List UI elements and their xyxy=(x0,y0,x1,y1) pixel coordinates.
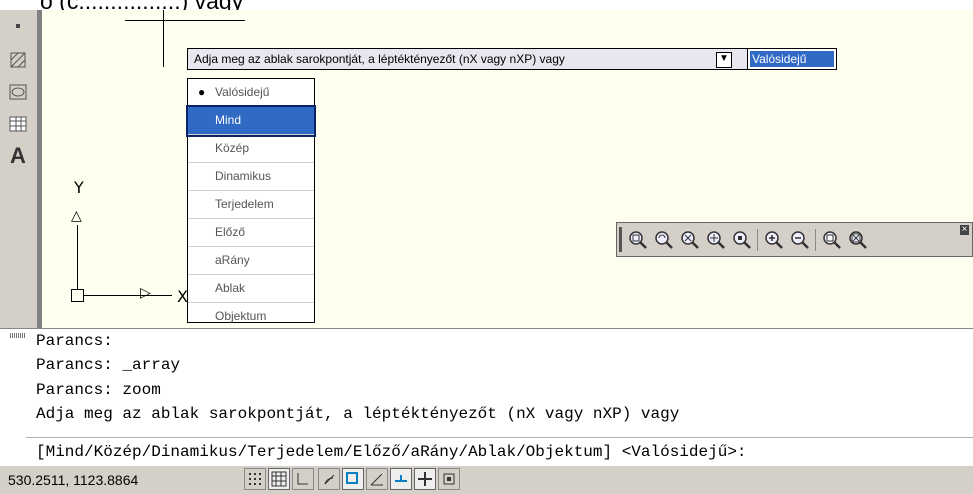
command-history-line: Parancs: xyxy=(36,332,113,350)
dropdown-item-mind[interactable]: Mind xyxy=(186,105,316,137)
options-dropdown: ● Valósidejű Mind Közép Dinamikus Terjede… xyxy=(186,78,316,323)
zoom-extents-icon[interactable] xyxy=(847,229,869,251)
dropdown-item-kozep[interactable]: Közép xyxy=(188,135,314,163)
status-bar: 530.2511, 1123.8864 xyxy=(0,465,973,494)
coordinate-readout[interactable]: 530.2511, 1123.8864 xyxy=(8,472,138,488)
grid-icon[interactable] xyxy=(268,468,290,490)
toolbar-separator xyxy=(757,229,758,251)
dropdown-item-arany[interactable]: aRány xyxy=(188,247,314,275)
drawing-area[interactable]: △ ▷ Y X Adja meg az ablak sarokpontját, … xyxy=(42,10,973,328)
zoom-toolbar: × xyxy=(616,222,973,257)
zoom-all-icon[interactable] xyxy=(821,229,843,251)
otrack-icon[interactable] xyxy=(366,468,388,490)
command-input[interactable]: [Mind/Közép/Dinamikus/Terjedelem/Előző/a… xyxy=(26,437,973,464)
dynamic-input-value-text: Valósidejű xyxy=(750,51,834,67)
dropdown-item-elozo[interactable]: Előző xyxy=(188,219,314,247)
hatch-icon[interactable] xyxy=(6,48,30,72)
ducs-icon[interactable] xyxy=(390,468,412,490)
polar-icon[interactable] xyxy=(318,468,340,490)
zoom-out-icon[interactable] xyxy=(789,229,811,251)
dropdown-arrow-icon[interactable]: ▼ xyxy=(716,52,732,68)
osnap-icon[interactable] xyxy=(342,468,364,490)
crosshair-vertical xyxy=(163,10,164,67)
dropdown-item-terjedelem[interactable]: Terjedelem xyxy=(188,191,314,219)
table-icon[interactable] xyxy=(6,112,30,136)
dynamic-input-value[interactable]: Valósidejű xyxy=(747,48,837,70)
zoom-dynamic-icon[interactable] xyxy=(653,229,675,251)
ucs-y-axis xyxy=(77,225,78,295)
zoom-object-icon[interactable] xyxy=(731,229,753,251)
region-icon[interactable] xyxy=(6,80,30,104)
ortho-icon[interactable] xyxy=(292,468,314,490)
ucs-arrow-up-icon: △ xyxy=(71,208,82,224)
dynamic-input-prompt: Adja meg az ablak sarokpontját, a lépték… xyxy=(187,48,783,70)
draw-toolbar: A xyxy=(0,10,42,328)
snap-icon[interactable] xyxy=(244,468,266,490)
command-history-line: Adja meg az ablak sarokpontját, a lépték… xyxy=(36,405,680,423)
command-window: Parancs: Parancs: _array Parancs: zoom A… xyxy=(0,328,973,466)
command-window-grip[interactable] xyxy=(10,333,26,338)
command-history-line: Parancs: _array xyxy=(36,356,181,374)
dyn-icon[interactable] xyxy=(414,468,436,490)
toolbar-grip[interactable] xyxy=(619,227,622,252)
dropdown-item-ablak[interactable]: Ablak xyxy=(188,275,314,303)
dropdown-item-objektum[interactable]: Objektum xyxy=(188,303,314,328)
ucs-arrow-right-icon: ▷ xyxy=(140,285,151,301)
command-history-line: Parancs: zoom xyxy=(36,381,161,399)
zoom-scale-icon[interactable] xyxy=(679,229,701,251)
bullet-icon: ● xyxy=(198,85,206,99)
cut-off-text: ó (c................) vagy xyxy=(40,0,243,10)
close-icon[interactable]: × xyxy=(960,225,969,235)
ucs-x-axis xyxy=(77,295,172,296)
dropdown-item-dinamikus[interactable]: Dinamikus xyxy=(188,163,314,191)
ucs-origin-box xyxy=(71,289,84,302)
top-strip: ó (c................) vagy xyxy=(0,0,973,10)
text-icon[interactable]: A xyxy=(6,143,30,168)
zoom-window-icon[interactable] xyxy=(627,229,649,251)
dropdown-item-valosideju[interactable]: ● Valósidejű xyxy=(188,79,314,107)
zoom-in-icon[interactable] xyxy=(763,229,785,251)
toolbar-separator xyxy=(815,229,816,251)
command-prompt: [Mind/Közép/Dinamikus/Terjedelem/Előző/a… xyxy=(36,443,747,461)
point-icon[interactable] xyxy=(6,14,30,38)
ucs-y-label: Y xyxy=(74,178,84,197)
zoom-center-icon[interactable] xyxy=(705,229,727,251)
lwt-icon[interactable] xyxy=(438,468,460,490)
crosshair-horizontal xyxy=(125,20,245,21)
